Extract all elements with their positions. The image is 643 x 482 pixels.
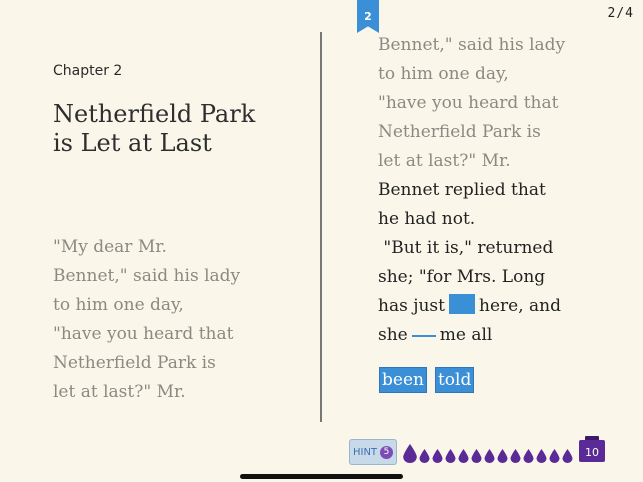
- hint-button[interactable]: HINT 5: [349, 439, 397, 465]
- text-line: "have you heard that: [53, 324, 234, 344]
- right-column: Bennet," said his lady to him one day, "…: [378, 31, 618, 350]
- ink-drop-icon: [445, 449, 456, 463]
- bookmark-number: 2: [364, 10, 372, 23]
- page-indicator: 2/4: [607, 6, 634, 21]
- text-line: to him one day,: [53, 295, 184, 315]
- empty-blank-slot[interactable]: [411, 335, 436, 337]
- text-line: Netherfield Park is: [53, 353, 216, 373]
- cloze-text-before: has just: [378, 296, 445, 316]
- text-line: "My dear Mr.: [53, 237, 167, 257]
- text-line: Netherfield Park is: [378, 122, 541, 142]
- ink-drop-icon: [562, 449, 573, 463]
- bookmark-ribbon[interactable]: 2: [357, 0, 379, 33]
- cloze-text-before: she: [378, 325, 408, 345]
- ink-drop-icon: [484, 449, 495, 463]
- ink-drops-meter: [403, 437, 573, 463]
- chapter-title-line: is Let at Last: [53, 129, 212, 157]
- word-choice-chip[interactable]: been: [379, 367, 427, 393]
- text-line: he had not.: [378, 209, 476, 229]
- hint-count-badge: 5: [380, 445, 394, 459]
- text-line: to him one day,: [378, 64, 509, 84]
- page-divider: [320, 32, 322, 422]
- ink-drop-icon: [536, 449, 547, 463]
- text-line: "have you heard that: [378, 93, 559, 113]
- cloze-line: she me all: [378, 321, 618, 350]
- text-line: let at last?" Mr.: [378, 151, 511, 171]
- ink-drop-icon: [510, 449, 521, 463]
- ink-drop-icon: [523, 449, 534, 463]
- home-indicator: [240, 474, 403, 479]
- ink-drop-icon: [497, 449, 508, 463]
- chapter-title: Netherfield Park is Let at Last: [53, 100, 303, 158]
- cloze-line: has just here, and: [378, 292, 618, 321]
- ink-drop-icon: [549, 449, 560, 463]
- ink-drop-icon: [432, 449, 443, 463]
- text-line: Bennet," said his lady: [378, 35, 566, 55]
- ink-bottle-icon[interactable]: 10: [578, 436, 606, 462]
- text-line: "But it is," returned: [378, 238, 554, 258]
- ink-drop-icon: [471, 449, 482, 463]
- ink-drop-icon: [419, 449, 430, 463]
- left-paragraph: "My dear Mr. Bennet," said his lady to h…: [53, 233, 313, 407]
- hint-label: HINT: [352, 446, 378, 458]
- cloze-text-after: here, and: [479, 296, 561, 316]
- text-line: Bennet replied that: [378, 180, 546, 200]
- word-choices: been told: [379, 367, 475, 393]
- ink-count: 10: [585, 446, 599, 459]
- filled-blank-slot[interactable]: [449, 294, 475, 314]
- cloze-text-after: me all: [439, 325, 493, 345]
- word-choice-chip[interactable]: told: [434, 367, 475, 393]
- text-line: she; "for Mrs. Long: [378, 267, 546, 287]
- ink-drop-icon: [458, 449, 469, 463]
- text-line: let at last?" Mr.: [53, 382, 186, 402]
- chapter-label: Chapter 2: [53, 63, 123, 79]
- chapter-title-line: Netherfield Park: [53, 100, 256, 128]
- text-line: Bennet," said his lady: [53, 266, 241, 286]
- ink-drop-icon: [403, 444, 417, 463]
